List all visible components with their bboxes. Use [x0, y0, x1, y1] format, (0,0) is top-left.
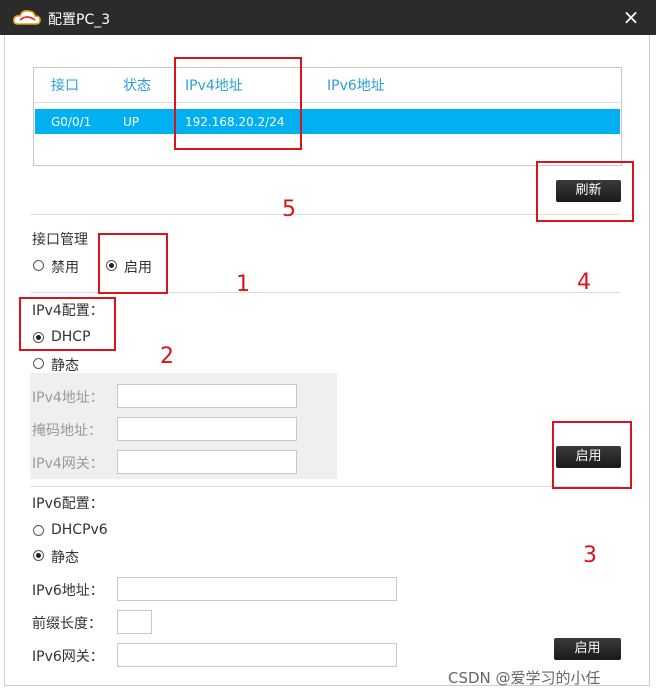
ipv4-gateway-label: IPv4网关： — [32, 456, 104, 472]
annotation-number: 3 — [583, 543, 597, 568]
title-bar: 配置PC_3 × — [0, 0, 656, 35]
annotation-box-apply — [552, 421, 632, 489]
mask-address-input[interactable] — [117, 417, 297, 441]
prefix-length-input[interactable] — [117, 610, 152, 634]
ipv4-gateway-input[interactable] — [117, 450, 297, 474]
radio-ipv6-static[interactable] — [33, 550, 44, 561]
mask-address-label: 掩码地址： — [32, 423, 102, 439]
annotation-number: 4 — [577, 270, 591, 295]
ipv6-apply-button[interactable]: 启用 — [554, 638, 621, 660]
cell-interface: G0/0/1 — [51, 115, 92, 129]
window-title: 配置PC_3 — [48, 12, 111, 28]
divider — [30, 214, 620, 215]
close-icon[interactable]: × — [622, 6, 640, 28]
radio-ipv6-dhcp[interactable] — [33, 525, 44, 536]
annotation-number: 1 — [236, 272, 250, 297]
divider — [30, 486, 620, 487]
column-header-interface[interactable]: 接口 — [51, 75, 79, 95]
annotation-number: 5 — [282, 197, 296, 222]
radio-ipv6-static-label[interactable]: 静态 — [51, 547, 79, 567]
radio-disable[interactable] — [33, 260, 44, 271]
interface-table: 接口 状态 IPv4地址 IPv6地址 G0/0/1 UP 192.168.20… — [33, 67, 622, 166]
header-divider — [34, 102, 621, 103]
watermark: CSDN @爱学习的小任 — [448, 669, 601, 687]
radio-disable-label[interactable]: 禁用 — [51, 257, 79, 277]
annotation-box-enable — [98, 233, 168, 294]
ipv6-gateway-input[interactable] — [117, 643, 397, 667]
radio-ipv4-static[interactable] — [33, 358, 44, 369]
column-header-ipv6[interactable]: IPv6地址 — [327, 75, 385, 95]
annotation-number: 2 — [160, 344, 174, 369]
radio-ipv4-static-label[interactable]: 静态 — [51, 355, 79, 375]
interface-mgmt-title: 接口管理 — [32, 232, 88, 248]
ipv6-gateway-label: IPv6网关： — [32, 649, 104, 665]
annotation-box-dhcp — [19, 297, 116, 351]
radio-ipv6-dhcp-label[interactable]: DHCPv6 — [51, 522, 108, 538]
ipv6-address-input[interactable] — [117, 577, 397, 601]
ipv6-address-label: IPv6地址： — [32, 583, 104, 599]
table-row[interactable]: G0/0/1 UP 192.168.20.2/24 — [35, 109, 620, 134]
ipv6-config-title: IPv6配置： — [32, 496, 104, 512]
ipv4-address-label: IPv4地址： — [32, 390, 104, 406]
annotation-box-refresh — [536, 161, 634, 222]
cloud-logo-icon — [13, 10, 41, 25]
ipv4-address-input[interactable] — [117, 384, 297, 408]
annotation-box-ipv4 — [174, 57, 302, 150]
cell-status: UP — [123, 115, 140, 129]
prefix-length-label: 前缀长度： — [32, 616, 102, 632]
column-header-status[interactable]: 状态 — [123, 75, 151, 95]
